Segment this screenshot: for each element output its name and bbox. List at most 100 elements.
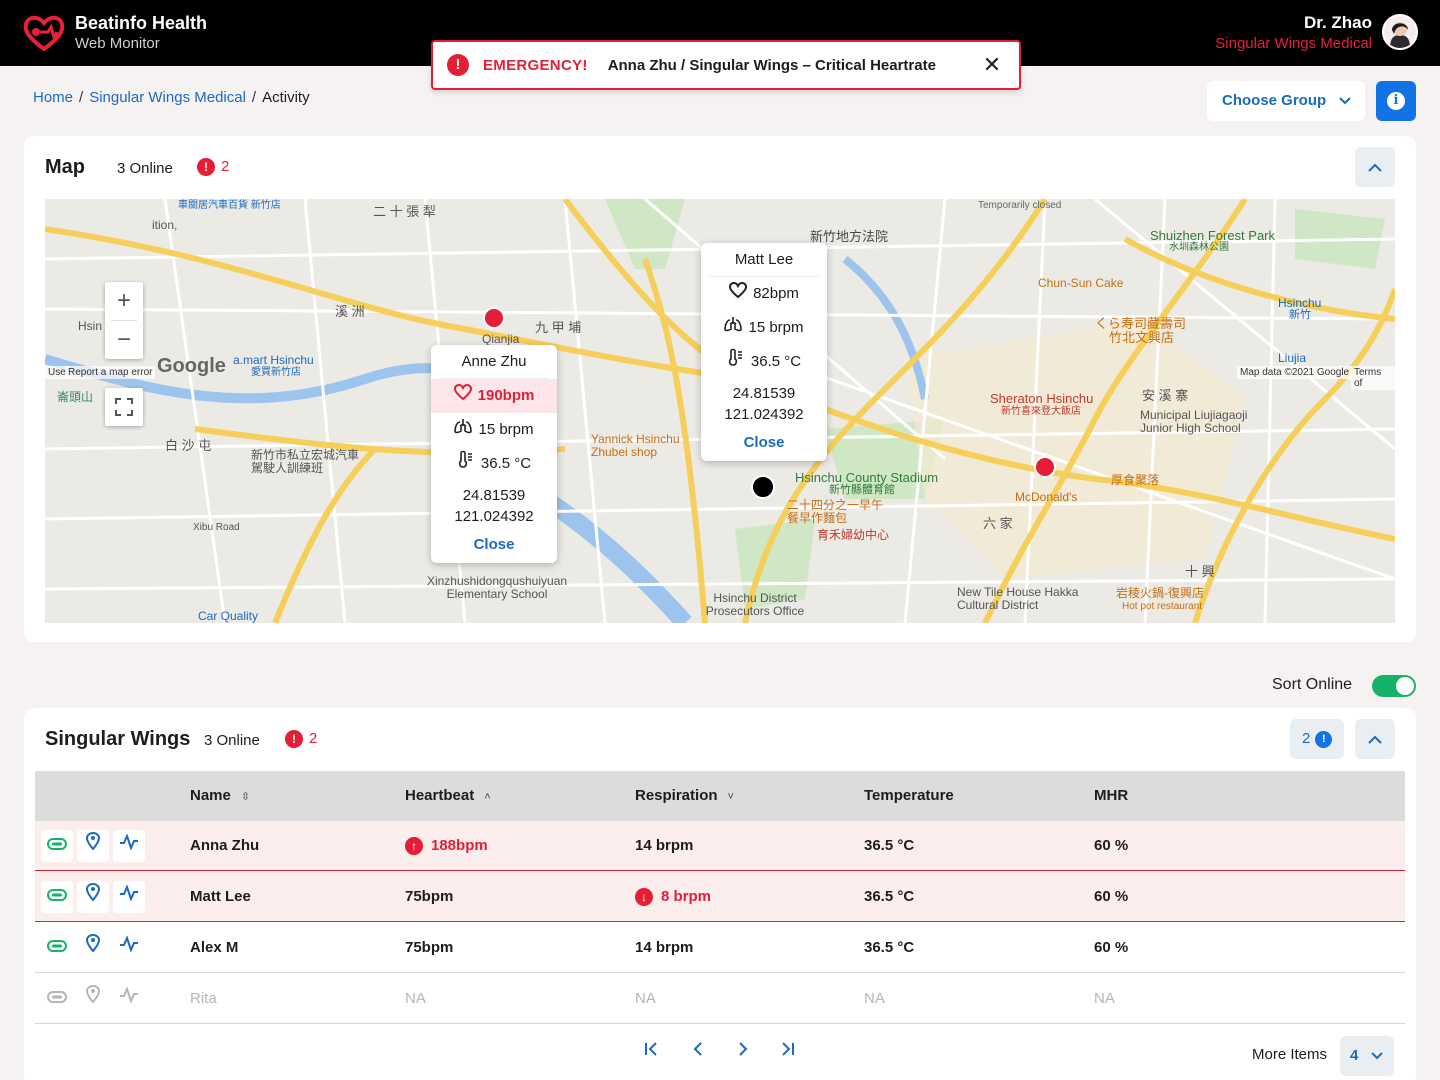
choose-group-dropdown[interactable]: Choose Group: [1207, 81, 1365, 121]
cell-name: Matt Lee: [190, 888, 251, 905]
alert-icon: !: [197, 158, 215, 177]
map-label-poi: Sheraton Hsinchu: [990, 391, 1094, 406]
group-card: Singular Wings 3 Online ! 2 2! Name ⇳ Hear…: [24, 708, 1416, 1080]
column-header-heartbeat[interactable]: Heartbeat ˄: [405, 771, 491, 821]
arrow-down-icon: ↓: [635, 888, 653, 907]
sort-online-toggle[interactable]: [1372, 675, 1416, 697]
activity-icon[interactable]: [113, 983, 145, 1015]
location-marker-alert[interactable]: [1034, 456, 1056, 478]
map-label-area: Hsin: [78, 319, 103, 333]
notification-count: 2: [1302, 730, 1311, 747]
zoom-out-button[interactable]: −: [105, 321, 143, 359]
group-collapse-button[interactable]: [1355, 719, 1395, 759]
activity-icon[interactable]: [113, 932, 145, 964]
location-pin-icon[interactable]: [77, 983, 109, 1015]
zoom-in-button[interactable]: +: [105, 282, 143, 320]
map-terms-link[interactable]: Terms of: [1351, 366, 1395, 390]
next-page-button[interactable]: [736, 1042, 750, 1061]
group-title: Singular Wings: [45, 728, 191, 750]
report-map-error-link[interactable]: Report a map error: [65, 366, 156, 379]
device-status-icon[interactable]: [41, 881, 73, 913]
brand: Beatinfo Health Web Monitor: [75, 12, 207, 54]
popup-close-button[interactable]: Close: [431, 527, 557, 563]
column-label: Heartbeat: [405, 787, 475, 804]
map-label-poi: 新竹市私立宏城汽車駕駛人訓練班: [251, 448, 360, 475]
popup-coordinates: 24.81539 121.024392: [431, 481, 557, 527]
avatar[interactable]: [1382, 14, 1418, 50]
cell-respiration: 14 brpm: [635, 939, 694, 956]
user-avatar-icon: [1384, 16, 1416, 48]
sort-online-label: Sort Online: [1272, 676, 1353, 693]
column-header-mhr[interactable]: MHR: [1094, 771, 1128, 821]
location-pin-icon[interactable]: [77, 881, 109, 913]
breadcrumb-home-link[interactable]: Home: [33, 89, 73, 106]
map-title: Map: [45, 156, 85, 178]
group-online-count: 3 Online: [204, 732, 260, 749]
table-row[interactable]: Alex M 75bpm 14 brpm 36.5 °C 60 %: [35, 923, 1405, 973]
previous-page-button[interactable]: [691, 1042, 705, 1061]
map-label-area: ition,: [152, 218, 178, 232]
cell-temperature: NA: [864, 990, 885, 1007]
table-row[interactable]: Matt Lee 75bpm ↓ 8 brpm 36.5 °C 60 %: [35, 872, 1405, 922]
map-label-poi: McDonald's: [1015, 490, 1078, 504]
location-marker-alert[interactable]: [483, 307, 505, 329]
table-header: Name ⇳ Heartbeat ˄ Respiration ˅ Temperatur…: [35, 771, 1405, 821]
breadcrumb-org-link[interactable]: Singular Wings Medical: [89, 89, 246, 106]
activity-icon[interactable]: [113, 830, 145, 862]
google-logo: Google: [157, 355, 226, 377]
emergency-message: Anna Zhu / Singular Wings – Critical Hea…: [607, 56, 936, 74]
map-label-poi: 新竹縣體育館: [829, 484, 895, 496]
close-icon[interactable]: ✕: [981, 54, 1003, 76]
cell-respiration: 14 brpm: [635, 837, 694, 854]
group-alert-count: ! 2: [285, 730, 318, 749]
user-name: Dr. Zhao: [1303, 13, 1372, 32]
breadcrumb: Home / Singular Wings Medical / Activity: [33, 89, 310, 106]
map-data-attribution: Map data ©2021 Google: [1237, 366, 1353, 379]
chevron-down-icon: [1370, 1052, 1383, 1060]
device-status-icon[interactable]: [41, 830, 73, 862]
device-status-icon[interactable]: [41, 983, 73, 1015]
notifications-button[interactable]: 2!: [1290, 719, 1344, 759]
column-header-temperature[interactable]: Temperature: [864, 771, 954, 821]
map-label-poi: Temporarily closed: [978, 200, 1062, 211]
first-page-button[interactable]: [644, 1042, 658, 1061]
last-page-button[interactable]: [781, 1042, 795, 1061]
map-label-poi: 新竹: [1289, 309, 1311, 321]
location-pin-icon[interactable]: [77, 830, 109, 862]
cell-name: Rita: [190, 990, 217, 1007]
app-subtitle: Web Monitor: [75, 35, 160, 52]
sort-ascending-icon: ˄: [484, 791, 491, 803]
emergency-label: EMERGENCY!: [483, 56, 588, 74]
breadcrumb-separator: /: [79, 89, 84, 106]
location-pin-icon[interactable]: [77, 932, 109, 964]
map-collapse-button[interactable]: [1355, 147, 1395, 187]
activity-icon[interactable]: [113, 881, 145, 913]
map-view[interactable]: 車關居汽車百貨 新竹店 二 十 張 犁 新竹地方法院 Temporarily c…: [45, 199, 1395, 623]
table-row[interactable]: Anna Zhu ↑ 188bpm 14 brpm 36.5 °C 60 %: [35, 821, 1405, 871]
user-info[interactable]: Dr. Zhao Singular Wings Medical: [1215, 12, 1372, 54]
table-row[interactable]: Rita NA NA NA NA: [35, 974, 1405, 1024]
map-label-area: 溪 洲: [335, 304, 365, 319]
device-status-icon[interactable]: [41, 932, 73, 964]
cell-mhr: 60 %: [1094, 837, 1129, 854]
location-marker[interactable]: [751, 475, 775, 499]
more-items-select[interactable]: 4: [1340, 1036, 1394, 1076]
emergency-banner[interactable]: ! EMERGENCY! Anna Zhu / Singular Wings –…: [431, 40, 1021, 90]
popup-name: Anne Zhu: [439, 345, 549, 379]
popup-close-button[interactable]: Close: [701, 425, 827, 461]
fullscreen-button[interactable]: [105, 388, 143, 426]
info-button[interactable]: i: [1376, 81, 1416, 121]
sort-descending-icon: ˅: [727, 791, 734, 803]
map-label-poi: 車關居汽車百貨 新竹店: [178, 200, 281, 211]
column-header-respiration[interactable]: Respiration ˅: [635, 771, 734, 821]
map-label-poi: Municipal Liujiagaoji Junior High School: [1140, 408, 1248, 435]
thermometer-icon: [457, 447, 475, 481]
cell-mhr: 60 %: [1094, 888, 1129, 905]
map-popup-matt-lee: Matt Lee 82bpm 15 brpm 36.5 °C 24.81539 …: [701, 243, 827, 461]
column-header-name[interactable]: Name ⇳: [190, 771, 250, 821]
popup-temperature: 36.5 °C: [701, 345, 827, 379]
group-alert-number: 2: [309, 730, 318, 747]
heart-icon: [453, 379, 472, 413]
app-name: Beatinfo Health: [75, 13, 208, 33]
popup-heartbeat: 82bpm: [701, 277, 827, 311]
